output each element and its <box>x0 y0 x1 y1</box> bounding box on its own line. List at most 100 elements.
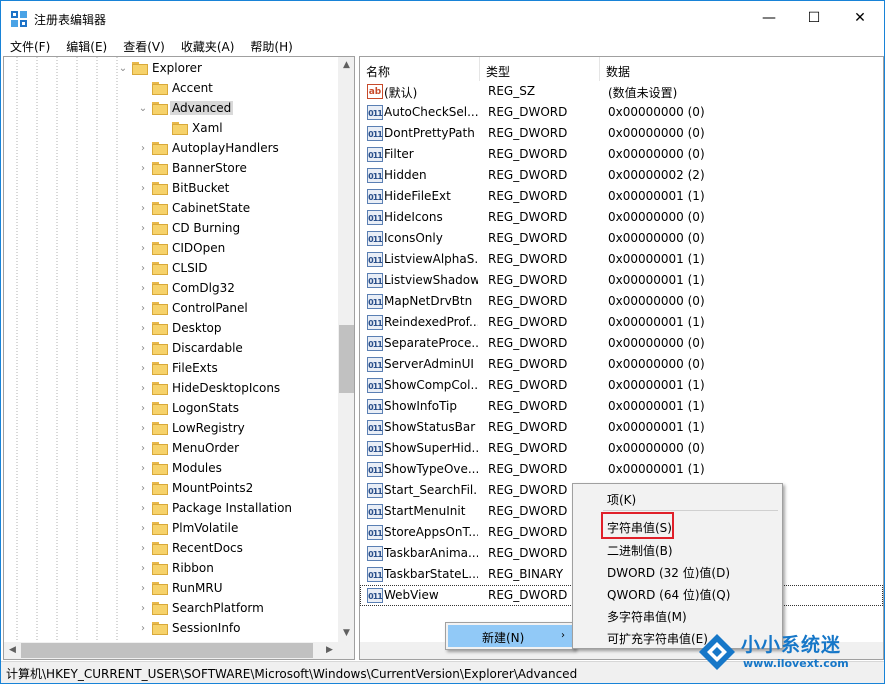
tree-item[interactable]: › PlmVolatile <box>4 519 334 539</box>
tree-item[interactable]: › RecentDocs <box>4 539 334 559</box>
title-bar[interactable]: 注册表编辑器 — ☐ ✕ <box>1 1 884 35</box>
table-row[interactable]: 011 Filter REG_DWORD 0x00000000 (0) <box>360 144 883 165</box>
tree-item[interactable]: › AutoplayHandlers <box>4 139 334 159</box>
table-row[interactable]: 011 ListviewAlphaS... REG_DWORD 0x00000001 … <box>360 249 883 270</box>
scroll-right-icon[interactable]: ▶ <box>321 642 338 659</box>
tree-item[interactable]: › Discardable <box>4 339 334 359</box>
table-row[interactable]: ab (默认) REG_SZ (数值未设置) <box>360 81 883 102</box>
table-row[interactable]: 011 ListviewShadow REG_DWORD 0x00000001 (1) <box>360 270 883 291</box>
table-row[interactable]: 011 HideIcons REG_DWORD 0x00000000 (0) <box>360 207 883 228</box>
tree-item[interactable]: › ComDlg32 <box>4 279 334 299</box>
menu-view[interactable]: 查看(V) <box>114 35 172 55</box>
tree-item[interactable]: › RunMRU <box>4 579 334 599</box>
expand-chevron-icon[interactable]: › <box>138 223 148 235</box>
context-item-new[interactable]: 新建(N) › <box>448 625 572 647</box>
scroll-down-icon[interactable]: ▼ <box>338 625 354 642</box>
expand-chevron-icon[interactable]: › <box>138 143 148 155</box>
table-row[interactable]: 011 ShowSuperHid... REG_DWORD 0x00000000 (0… <box>360 438 883 459</box>
expand-chevron-icon[interactable]: › <box>138 363 148 375</box>
tree-vertical-scrollbar[interactable]: ▲ ▼ <box>338 57 354 642</box>
expand-chevron-icon[interactable]: › <box>138 543 148 555</box>
close-button[interactable]: ✕ <box>837 1 883 35</box>
expand-chevron-icon[interactable]: › <box>138 423 148 435</box>
expand-chevron-icon[interactable]: › <box>138 163 148 175</box>
expand-chevron-icon[interactable]: › <box>138 603 148 615</box>
key-tree-pane[interactable]: ⌄ Explorer Accent ⌄ Advanced Xaml › AutoplayHan… <box>3 56 355 660</box>
maximize-button[interactable]: ☐ <box>791 1 837 35</box>
tree-item[interactable]: › BannerStore <box>4 159 334 179</box>
expand-chevron-icon[interactable]: › <box>138 243 148 255</box>
tree-item[interactable]: › CabinetState <box>4 199 334 219</box>
tree-item[interactable]: › HideDesktopIcons <box>4 379 334 399</box>
expand-chevron-icon[interactable]: › <box>138 403 148 415</box>
table-row[interactable]: 011 ShowInfoTip REG_DWORD 0x00000001 (1) <box>360 396 883 417</box>
tree-scroll-thumb[interactable] <box>339 325 354 393</box>
expand-chevron-icon[interactable]: › <box>138 383 148 395</box>
tree-item[interactable]: › LogonStats <box>4 399 334 419</box>
expand-chevron-icon[interactable]: › <box>138 583 148 595</box>
tree-item[interactable]: › MountPoints2 <box>4 479 334 499</box>
table-row[interactable]: 011 ShowStatusBar REG_DWORD 0x00000001 (1) <box>360 417 883 438</box>
column-header-name[interactable]: 名称 <box>360 57 480 81</box>
scroll-up-icon[interactable]: ▲ <box>338 57 354 74</box>
menu-help[interactable]: 帮助(H) <box>241 35 299 55</box>
table-row[interactable]: 011 ReindexedProf... REG_DWORD 0x00000001 (… <box>360 312 883 333</box>
expand-chevron-icon[interactable]: › <box>138 523 148 535</box>
tree-item[interactable]: › Ribbon <box>4 559 334 579</box>
submenu-item-multi-string-value[interactable]: 多字符串值(M) <box>575 604 780 626</box>
tree-item[interactable]: › SessionInfo <box>4 619 334 639</box>
submenu-item-qword-value[interactable]: QWORD (64 位)值(Q) <box>575 582 780 604</box>
table-row[interactable]: 011 IconsOnly REG_DWORD 0x00000000 (0) <box>360 228 883 249</box>
expand-chevron-icon[interactable]: › <box>138 623 148 635</box>
submenu-item-binary-value[interactable]: 二进制值(B) <box>575 538 780 560</box>
expand-chevron-icon[interactable]: › <box>138 203 148 215</box>
scroll-left-icon[interactable]: ◀ <box>4 642 21 659</box>
tree-horizontal-scrollbar[interactable]: ◀ ▶ <box>4 642 338 659</box>
expand-chevron-icon[interactable]: › <box>138 563 148 575</box>
tree-item[interactable]: › LowRegistry <box>4 419 334 439</box>
expand-chevron-icon[interactable]: › <box>138 303 148 315</box>
column-header-type[interactable]: 类型 <box>480 57 600 81</box>
expand-chevron-icon[interactable]: › <box>138 503 148 515</box>
collapse-chevron-icon[interactable]: ⌄ <box>118 63 128 75</box>
expand-chevron-icon[interactable]: › <box>138 443 148 455</box>
tree-item-child[interactable]: Xaml <box>4 119 334 139</box>
tree-item[interactable]: › FileExts <box>4 359 334 379</box>
menu-file[interactable]: 文件(F) <box>1 35 57 55</box>
menu-favorites[interactable]: 收藏夹(A) <box>172 35 242 55</box>
tree-hscroll-thumb[interactable] <box>21 643 313 658</box>
submenu-item-dword-value[interactable]: DWORD (32 位)值(D) <box>575 560 780 582</box>
tree-item[interactable]: › Package Installation <box>4 499 334 519</box>
expand-chevron-icon[interactable]: › <box>138 483 148 495</box>
expand-chevron-icon[interactable]: › <box>138 263 148 275</box>
tree-item[interactable]: › Desktop <box>4 319 334 339</box>
tree-item[interactable]: › SearchPlatform <box>4 599 334 619</box>
tree-item[interactable]: › ControlPanel <box>4 299 334 319</box>
tree-item[interactable]: Accent <box>4 79 334 99</box>
column-header-data[interactable]: 数据 <box>600 57 883 81</box>
table-row[interactable]: 011 ShowCompCol... REG_DWORD 0x00000001 (1) <box>360 375 883 396</box>
tree-item[interactable]: › MenuOrder <box>4 439 334 459</box>
tree-item[interactable]: › CIDOpen <box>4 239 334 259</box>
table-row[interactable]: 011 HideFileExt REG_DWORD 0x00000001 (1) <box>360 186 883 207</box>
table-row[interactable]: 011 ServerAdminUI REG_DWORD 0x00000000 (0) <box>360 354 883 375</box>
tree-item-selected[interactable]: ⌄ Advanced <box>4 99 334 119</box>
table-row[interactable]: 011 MapNetDrvBtn REG_DWORD 0x00000000 (0) <box>360 291 883 312</box>
expand-chevron-icon[interactable]: › <box>138 183 148 195</box>
table-row[interactable]: 011 ShowTypeOve... REG_DWORD 0x00000001 (1) <box>360 459 883 480</box>
tree-item[interactable]: › CD Burning <box>4 219 334 239</box>
submenu-item-key[interactable]: 项(K) <box>575 487 780 509</box>
table-row[interactable]: 011 DontPrettyPath REG_DWORD 0x00000000 (0) <box>360 123 883 144</box>
tree-item[interactable]: › BitBucket <box>4 179 334 199</box>
tree-item[interactable]: › CLSID <box>4 259 334 279</box>
expand-chevron-icon[interactable]: › <box>138 343 148 355</box>
minimize-button[interactable]: — <box>746 1 792 35</box>
table-row[interactable]: 011 SeparateProce... REG_DWORD 0x00000000 (… <box>360 333 883 354</box>
expand-chevron-icon[interactable]: › <box>138 323 148 335</box>
table-row[interactable]: 011 Hidden REG_DWORD 0x00000002 (2) <box>360 165 883 186</box>
tree-item-explorer[interactable]: ⌄ Explorer <box>4 59 334 79</box>
table-row[interactable]: 011 AutoCheckSel... REG_DWORD 0x00000000 (0… <box>360 102 883 123</box>
tree-item[interactable]: › Modules <box>4 459 334 479</box>
expand-chevron-icon[interactable]: › <box>138 283 148 295</box>
menu-edit[interactable]: 编辑(E) <box>57 35 114 55</box>
